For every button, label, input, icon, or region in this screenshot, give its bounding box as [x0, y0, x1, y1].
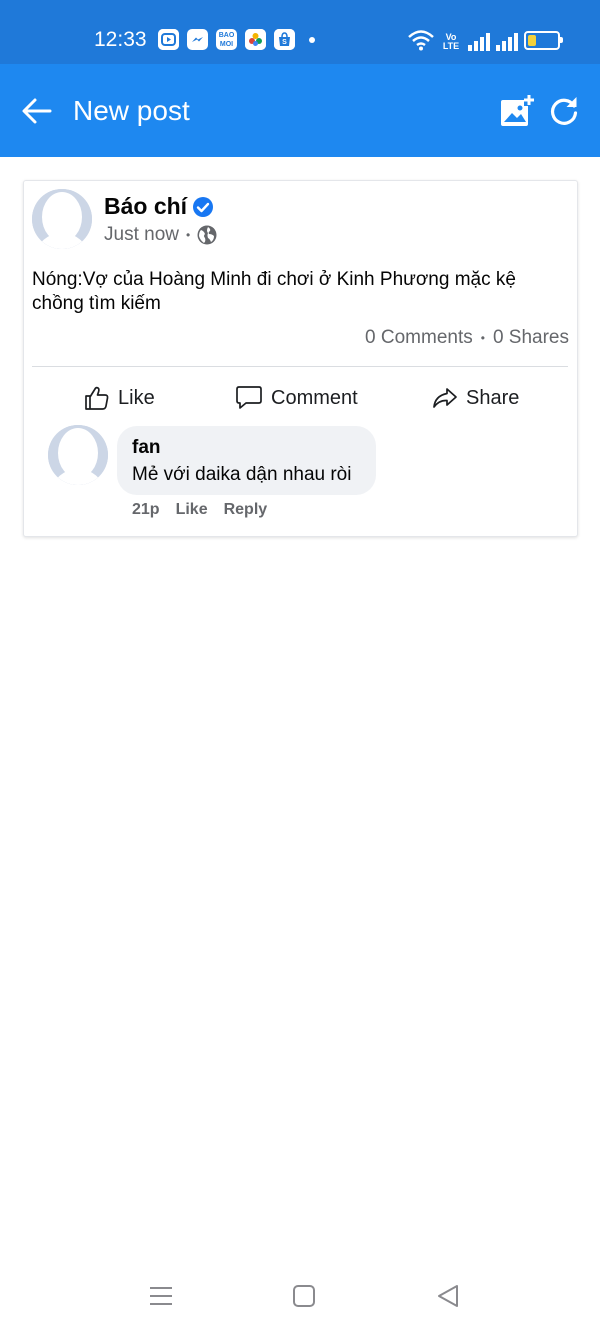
status-bar: 12:33 BAO MOI S Vo LTE: [0, 0, 600, 64]
notification-icons: BAO MOI S: [158, 29, 315, 50]
comment-bubble-icon: [236, 386, 262, 409]
post-card: Báo chí Just now • Nóng:Vợ của Hoàng Min…: [23, 180, 578, 537]
verified-badge-icon: [193, 197, 213, 217]
share-button[interactable]: Share: [432, 381, 519, 415]
comment-text: Mẻ với daika dận nhau ròi: [132, 464, 352, 485]
more-notifications-dot: [309, 37, 315, 43]
comment-label: Comment: [271, 386, 358, 409]
comment-reply-link[interactable]: Reply: [224, 501, 268, 519]
author-avatar[interactable]: [32, 189, 92, 249]
comments-count[interactable]: 0 Comments: [365, 327, 473, 349]
signal-icon-sim2: [496, 33, 518, 51]
add-photo-icon[interactable]: [499, 94, 535, 128]
refresh-icon[interactable]: [547, 94, 581, 128]
divider: [32, 366, 568, 367]
bao-moi-app-icon: BAO MOI: [216, 29, 237, 50]
like-label: Like: [118, 386, 155, 409]
menu-icon[interactable]: [146, 1281, 176, 1311]
page-title: New post: [73, 95, 190, 126]
volte-indicator: Vo LTE: [442, 32, 460, 51]
post-text: Nóng:Vợ của Hoàng Minh đi chơi ở Kinh Ph…: [32, 269, 516, 314]
video-app-icon: [158, 29, 179, 50]
clock: 12:33: [94, 28, 147, 51]
comment-time: 21p: [132, 501, 160, 518]
commenter-avatar[interactable]: [48, 425, 108, 485]
post-meta: Just now •: [104, 224, 217, 246]
comment-bubble: fan Mẻ với daika dận nhau ròi: [117, 426, 376, 495]
share-label: Share: [466, 386, 520, 409]
separator-dot: •: [185, 228, 191, 242]
signal-icon-sim1: [468, 33, 490, 51]
post-time: Just now: [104, 224, 179, 245]
battery-icon: [524, 31, 563, 50]
back-triangle-icon[interactable]: [433, 1281, 463, 1311]
globe-icon: [197, 225, 217, 245]
svg-text:S: S: [282, 39, 287, 46]
engagement-counts: 0 Comments • 0 Shares: [365, 327, 569, 349]
comment-actions: 21p Like Reply: [132, 501, 267, 519]
wifi-icon: [408, 30, 434, 51]
system-nav-bar: [0, 1265, 600, 1333]
thumbs-up-icon: [85, 386, 109, 410]
messenger-icon: [187, 29, 208, 50]
shopee-icon: S: [274, 29, 295, 50]
comment-button[interactable]: Comment: [235, 381, 358, 415]
share-arrow-icon: [433, 388, 457, 408]
comment-like-link[interactable]: Like: [176, 501, 208, 519]
like-button[interactable]: Like: [84, 381, 155, 415]
back-arrow-icon[interactable]: [20, 94, 54, 128]
home-square-icon[interactable]: [289, 1281, 319, 1311]
shares-count[interactable]: 0 Shares: [493, 327, 569, 349]
author-name[interactable]: Báo chí: [104, 193, 187, 220]
separator-dot: •: [480, 331, 485, 345]
system-indicators: Vo LTE: [408, 27, 563, 51]
commenter-name[interactable]: fan: [132, 437, 161, 459]
app-bar: New post: [0, 64, 600, 157]
photos-app-icon: [245, 29, 266, 50]
